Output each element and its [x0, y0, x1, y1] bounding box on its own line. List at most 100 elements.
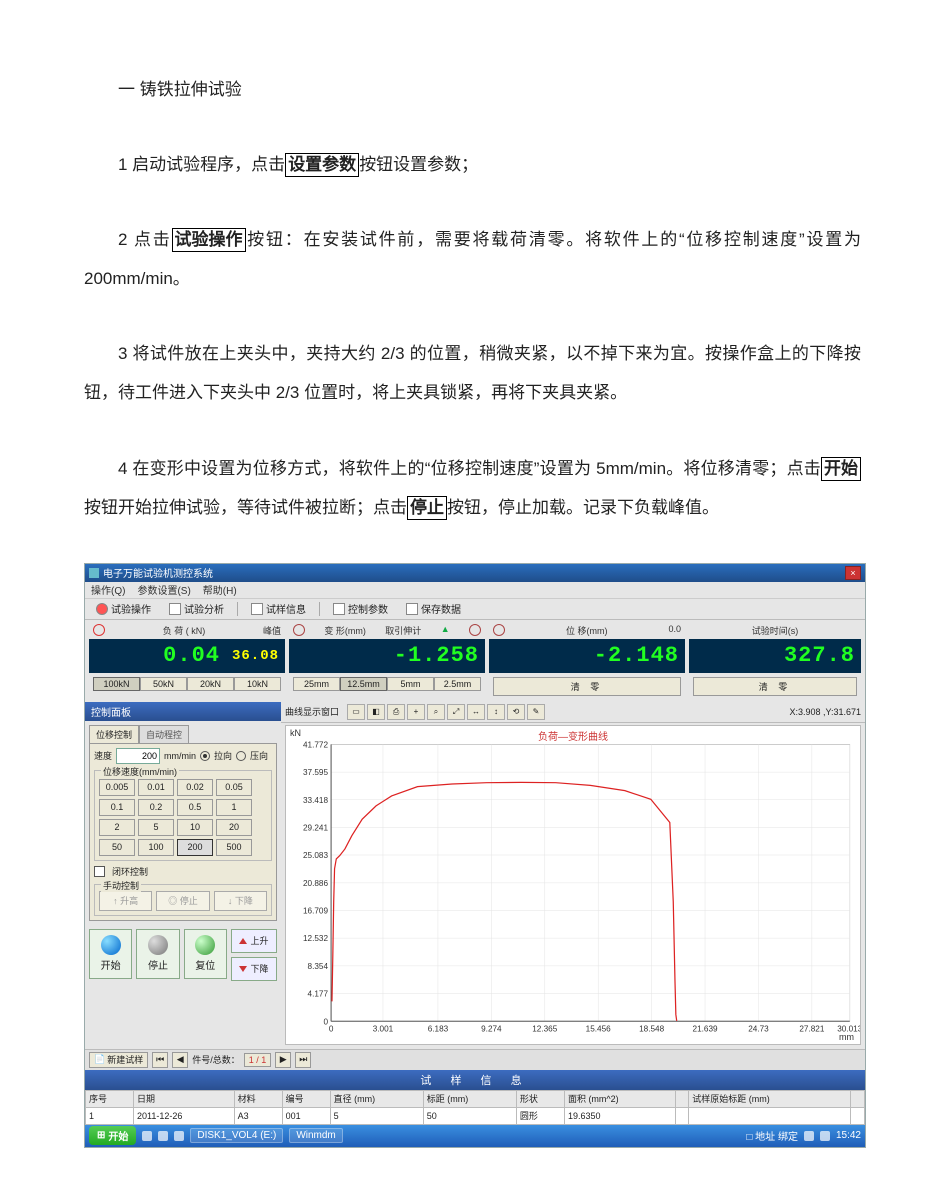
range-button[interactable]: 12.5mm [340, 677, 387, 691]
tab-disp-control[interactable]: 位移控制 [89, 725, 139, 743]
range-button[interactable]: 2.5mm [434, 677, 481, 691]
preset-button[interactable]: 0.1 [99, 799, 135, 816]
preset-button[interactable]: 0.02 [177, 779, 213, 796]
table-row[interactable]: 12011-12-26A3001550圆形19.6350 [86, 1107, 865, 1124]
preset-button[interactable]: 0.05 [216, 779, 252, 796]
tray-address[interactable]: □ 地址 绑定 [746, 1128, 798, 1143]
nav-last[interactable]: ⏭ [295, 1052, 311, 1068]
table-cell[interactable]: 001 [282, 1107, 330, 1124]
range-button[interactable]: 50kN [140, 677, 187, 691]
start-button-os[interactable]: ⊞开始 [89, 1126, 136, 1145]
readout-load-value: 0.04 36.08 [89, 639, 285, 673]
up-button[interactable]: 上升 [231, 929, 277, 953]
range-button[interactable]: 100kN [93, 677, 140, 691]
nav-first[interactable]: ⏮ [152, 1052, 168, 1068]
readouts-row: 负 荷 ( kN) 峰值 0.04 36.08 100kN 50kN 20kN … [85, 620, 865, 702]
table-header: 编号 [282, 1090, 330, 1107]
table-cell[interactable] [689, 1107, 851, 1124]
radio-push[interactable] [236, 751, 246, 761]
toolbar-test-ops[interactable]: 试验操作 [91, 599, 156, 618]
clear-button[interactable]: 清 零 [693, 677, 857, 696]
table-cell[interactable]: 圆形 [516, 1107, 564, 1124]
toolbar-control-params[interactable]: 控制参数 [328, 599, 393, 618]
manual-down-button[interactable]: ↓ 下降 [214, 891, 267, 911]
range-button[interactable]: 25mm [293, 677, 340, 691]
chart-tool-button[interactable]: ⎙ [387, 704, 405, 720]
preset-button[interactable]: 500 [216, 839, 252, 856]
chart-tool-button[interactable]: ✎ [527, 704, 545, 720]
chart-title: 负荷—变形曲线 [286, 728, 860, 743]
taskbar-window[interactable]: Winmdm [289, 1128, 342, 1143]
table-cell[interactable] [675, 1107, 688, 1124]
radio-pull[interactable] [200, 751, 210, 761]
nav-value: 1 / 1 [244, 1053, 272, 1067]
chart-tool-button[interactable]: ↔ [467, 704, 485, 720]
tab-auto-program[interactable]: 自动程控 [139, 725, 189, 743]
preset-button[interactable]: 100 [138, 839, 174, 856]
table-cell[interactable]: 5 [330, 1107, 423, 1124]
chart-area[interactable]: kN 负荷—变形曲线 mm 04.1778.35412.53216.70920.… [285, 725, 861, 1045]
tray-icon[interactable] [804, 1131, 814, 1141]
zero-icon[interactable] [93, 624, 105, 636]
preset-button[interactable]: 2 [99, 819, 135, 836]
zero-icon[interactable] [293, 624, 305, 636]
new-sample-button[interactable]: 📄新建试样 [89, 1052, 148, 1068]
arrow-icon[interactable]: ▲ [441, 624, 450, 637]
preset-button[interactable]: 0.5 [177, 799, 213, 816]
table-cell[interactable]: A3 [234, 1107, 282, 1124]
nav-prev[interactable]: ◀ [172, 1052, 188, 1068]
chart-tool-button[interactable]: ▭ [347, 704, 365, 720]
manual-up-button[interactable]: ↑ 升高 [99, 891, 152, 911]
table-cell[interactable]: 50 [423, 1107, 516, 1124]
range-button[interactable]: 20kN [187, 677, 234, 691]
svg-text:16.709: 16.709 [303, 906, 328, 915]
preset-button[interactable]: 0.01 [138, 779, 174, 796]
reset-button[interactable]: 复位 [184, 929, 227, 979]
toolbar-sample-info[interactable]: 试样信息 [246, 599, 311, 618]
chart-toolbar-label: 曲线显示窗口 [285, 705, 339, 718]
menu-item[interactable]: 帮助(H) [203, 582, 237, 597]
range-button[interactable]: 5mm [387, 677, 434, 691]
preset-button[interactable]: 20 [216, 819, 252, 836]
manual-stop-button[interactable]: ◎ 停止 [156, 891, 209, 911]
quick-launch-icon[interactable] [142, 1131, 152, 1141]
table-cell[interactable] [851, 1107, 865, 1124]
speed-input[interactable] [116, 748, 160, 764]
quick-launch-icon[interactable] [174, 1131, 184, 1141]
taskbar-window[interactable]: DISK1_VOL4 (E:) [190, 1128, 283, 1143]
preset-button[interactable]: 0.2 [138, 799, 174, 816]
quick-launch-icon[interactable] [158, 1131, 168, 1141]
chart-tool-button[interactable]: ⟲ [507, 704, 525, 720]
table-cell[interactable]: 1 [86, 1107, 134, 1124]
table-cell[interactable]: 2011-12-26 [134, 1107, 235, 1124]
chart-tool-button[interactable]: ↕ [487, 704, 505, 720]
zero-icon[interactable] [469, 624, 481, 636]
tray-icon[interactable] [820, 1131, 830, 1141]
table-cell[interactable]: 19.6350 [564, 1107, 675, 1124]
stop-button[interactable]: 停止 [136, 929, 179, 979]
chart-tool-button[interactable]: ◧ [367, 704, 385, 720]
chart-tool-button[interactable]: + [407, 704, 425, 720]
menu-item[interactable]: 操作(Q) [91, 582, 125, 597]
down-button[interactable]: 下降 [231, 957, 277, 981]
toolbar-save-data[interactable]: 保存数据 [401, 599, 466, 618]
chart-tool-button[interactable]: ⌕ [427, 704, 445, 720]
preset-button[interactable]: 10 [177, 819, 213, 836]
nav-next[interactable]: ▶ [275, 1052, 291, 1068]
zero-icon[interactable] [493, 624, 505, 636]
preset-button[interactable]: 0.005 [99, 779, 135, 796]
chart-tool-button[interactable]: ⤢ [447, 704, 465, 720]
preset-button[interactable]: 1 [216, 799, 252, 816]
toolbar-analyze[interactable]: 试验分析 [164, 599, 229, 618]
start-button[interactable]: 开始 [89, 929, 132, 979]
preset-button[interactable]: 50 [99, 839, 135, 856]
range-button[interactable]: 10kN [234, 677, 281, 691]
preset-button[interactable]: 200 [177, 839, 213, 856]
menu-item[interactable]: 参数设置(S) [137, 582, 190, 597]
checkbox-closed-loop[interactable] [94, 866, 105, 877]
close-button[interactable]: × [845, 566, 861, 580]
readout-load-peak: 36.08 [232, 648, 279, 664]
preset-button[interactable]: 5 [138, 819, 174, 836]
svg-text:37.595: 37.595 [303, 768, 328, 777]
clear-button[interactable]: 清 零 [493, 677, 681, 696]
